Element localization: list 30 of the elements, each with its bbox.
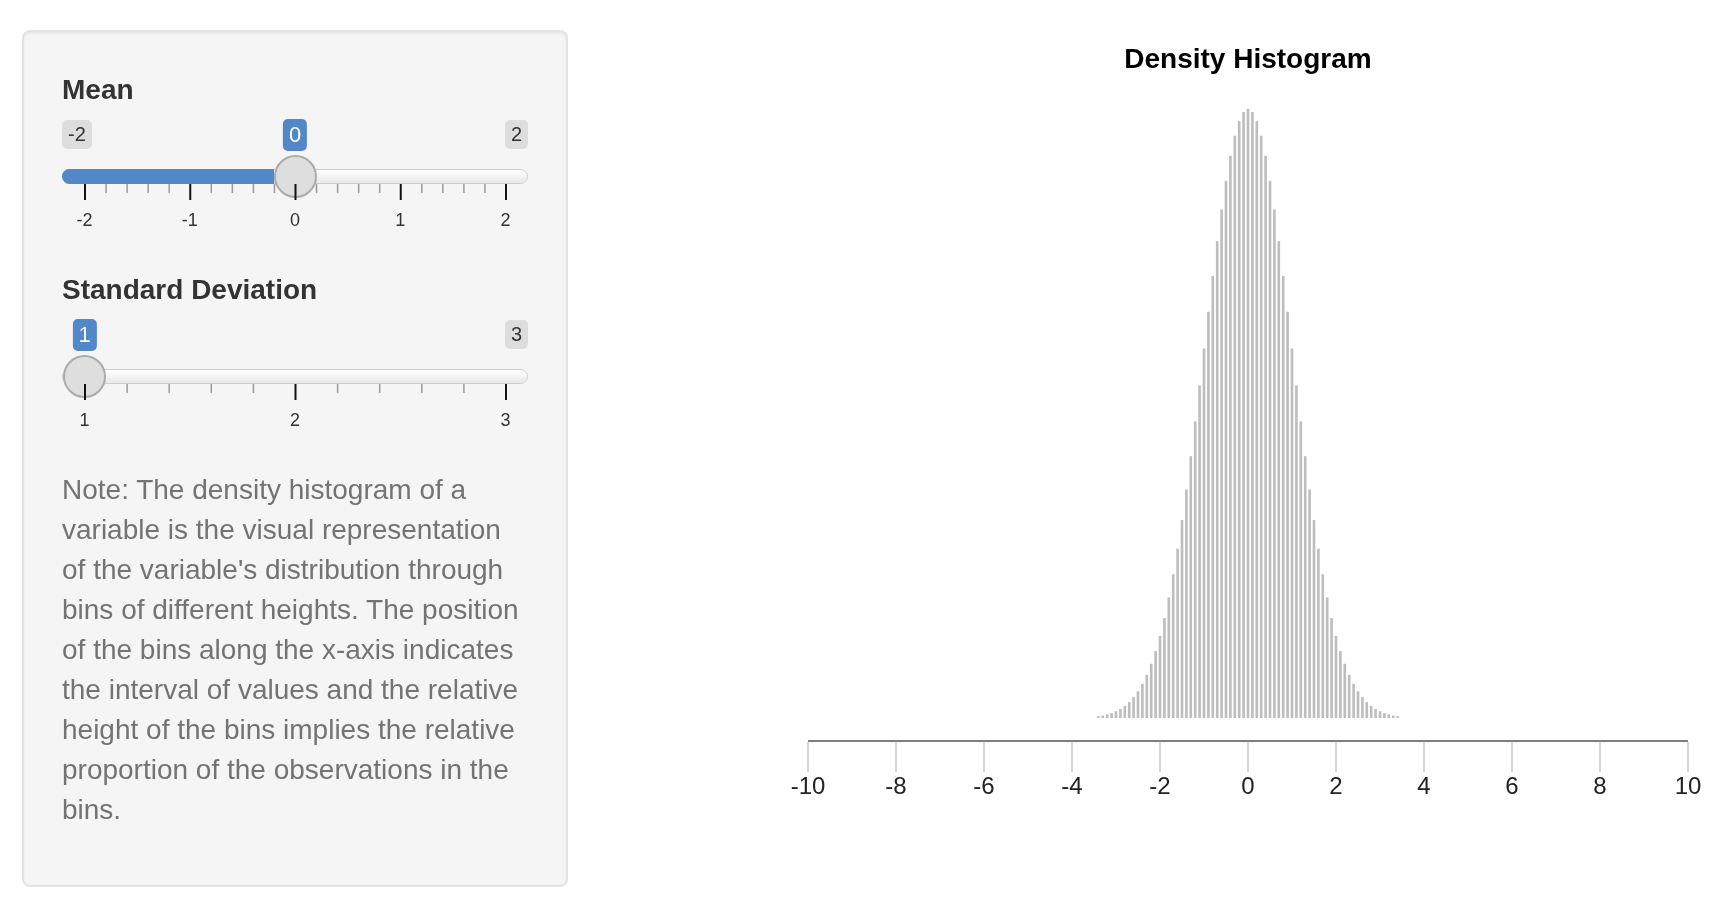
current-value-label: 0 (282, 119, 308, 151)
note-text: Note: The density histogram of a variable is the visual representation of the variable's distribution through bins of different heights. The position of the bins along the x-axis indicates the interval of values and the relative height of the bins implies the relative proportion of the observations in the bins. (62, 473, 520, 827)
axis-tick-label: -8 (885, 772, 907, 799)
min-value-label: -2 (62, 120, 92, 149)
scale-label: 2 (290, 410, 300, 430)
axis-tick-label: 0 (1241, 772, 1255, 799)
scale-label: 3 (500, 410, 511, 430)
chart-title: Density Histogram (1124, 43, 1372, 74)
current-value-label: 1 (72, 319, 97, 351)
axis-tick-label: -2 (1149, 772, 1171, 799)
scale-label: -1 (181, 210, 198, 230)
axis-tick-label: -10 (790, 772, 826, 799)
max-value-label: 2 (504, 120, 528, 149)
axis-tick-label: 6 (1505, 772, 1519, 799)
slider-handle[interactable] (273, 155, 317, 198)
axis-tick-label: 4 (1417, 772, 1431, 799)
scale-label: -2 (76, 210, 93, 230)
max-value-label: 3 (504, 320, 528, 349)
scale-label: 0 (290, 210, 300, 230)
scale-label: 2 (500, 210, 511, 230)
scale-label: 1 (395, 210, 406, 230)
scale-label: 1 (79, 410, 90, 430)
slider-label: Standard Deviation (62, 273, 319, 307)
axis-tick-label: 2 (1329, 772, 1343, 799)
axis-tick-label: 10 (1674, 772, 1702, 799)
slider-handle[interactable] (63, 355, 106, 398)
axis-tick-label: -4 (1061, 772, 1083, 799)
slider-label: Mean (62, 73, 135, 107)
axis-tick-label: -6 (973, 772, 995, 799)
axis-tick-label: 8 (1593, 772, 1607, 799)
